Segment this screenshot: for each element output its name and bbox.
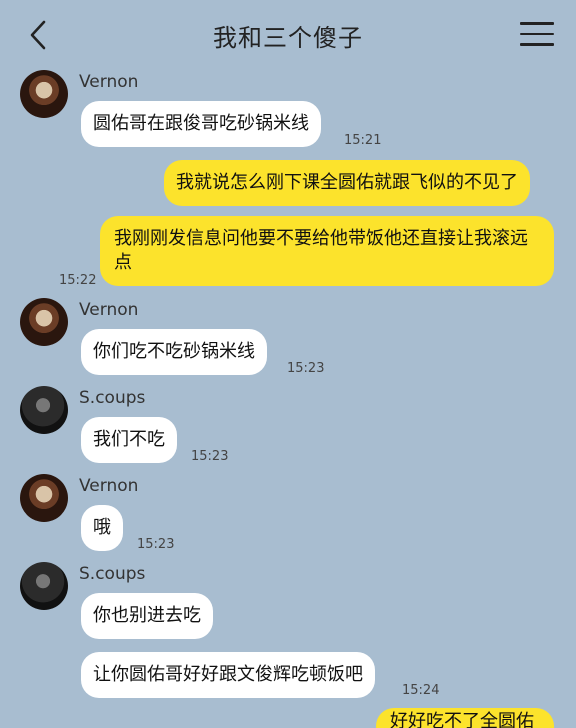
avatar-scoups[interactable] <box>20 386 68 434</box>
sender-name: Vernon <box>79 300 139 320</box>
sender-name: S.coups <box>79 388 146 408</box>
message-bubble[interactable]: 你也别进去吃 <box>81 593 213 639</box>
avatar-scoups[interactable] <box>20 562 68 610</box>
message-bubble[interactable]: 哦 <box>81 505 123 551</box>
avatar-vernon[interactable] <box>20 474 68 522</box>
chat-title: 我和三个傻子 <box>213 24 363 52</box>
message-time: 15:22 <box>59 273 97 288</box>
message-time: 15:23 <box>191 449 229 464</box>
sender-name: Vernon <box>79 476 139 496</box>
message-time: 15:24 <box>402 683 440 698</box>
message-time: 15:23 <box>137 537 175 552</box>
message-text: 你们吃不吃砂锅米线 <box>93 341 255 362</box>
avatar-vernon[interactable] <box>20 70 68 118</box>
message-text: 我们不吃 <box>93 429 165 450</box>
message-text: 我刚刚发信息问他要不要给他带饭他还直接让我滚远点 <box>114 228 528 273</box>
message-bubble[interactable]: 我刚刚发信息问他要不要给他带饭他还直接让我滚远点 <box>100 216 554 286</box>
message-time: 15:21 <box>344 133 382 148</box>
message-text: 好好吃不了全圆佑 <box>390 711 534 728</box>
avatar-vernon[interactable] <box>20 298 68 346</box>
message-text: 哦 <box>93 517 111 538</box>
message-bubble[interactable]: 我就说怎么刚下课全圆佑就跟飞似的不见了 <box>164 160 530 206</box>
menu-button[interactable] <box>520 22 554 50</box>
message-bubble[interactable]: 让你圆佑哥好好跟文俊辉吃顿饭吧 <box>81 652 375 698</box>
message-bubble[interactable]: 好好吃不了全圆佑 <box>376 708 554 728</box>
chat-header: 我和三个傻子 <box>0 0 576 70</box>
message-time: 15:23 <box>287 361 325 376</box>
message-text: 圆佑哥在跟俊哥吃砂锅米线 <box>93 113 309 134</box>
message-text: 你也别进去吃 <box>93 605 201 626</box>
sender-name: S.coups <box>79 564 146 584</box>
sender-name: Vernon <box>79 72 139 92</box>
message-text: 我就说怎么刚下课全圆佑就跟飞似的不见了 <box>176 172 518 193</box>
message-bubble[interactable]: 你们吃不吃砂锅米线 <box>81 329 267 375</box>
message-text: 让你圆佑哥好好跟文俊辉吃顿饭吧 <box>93 664 363 685</box>
message-bubble[interactable]: 圆佑哥在跟俊哥吃砂锅米线 <box>81 101 321 147</box>
hamburger-menu-icon <box>520 22 554 46</box>
message-bubble[interactable]: 我们不吃 <box>81 417 177 463</box>
